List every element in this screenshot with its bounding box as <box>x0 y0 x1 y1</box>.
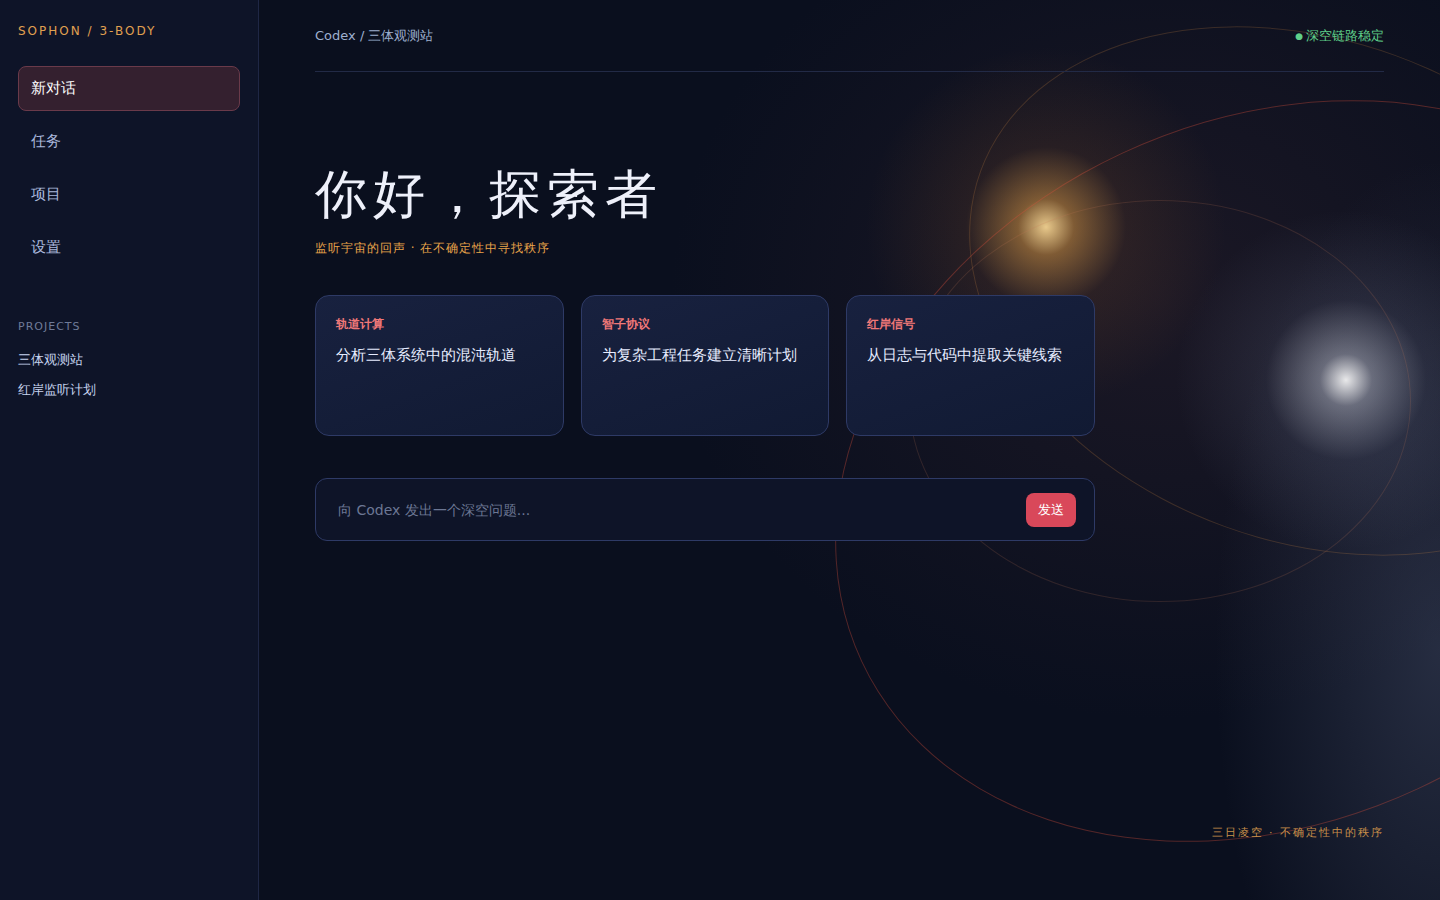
sidebar-item[interactable]: 项目 <box>18 172 240 217</box>
suggestion-card[interactable]: 智子协议为复杂工程任务建立清晰计划 <box>581 295 830 436</box>
status-dot-icon: ● <box>1295 31 1303 41</box>
footer-motto: 三日凌空 · 不确定性中的秩序 <box>1212 825 1385 840</box>
link-status: ●深空链路稳定 <box>1295 27 1384 45</box>
card-text: 分析三体系统中的混沌轨道 <box>336 345 543 366</box>
sidebar-item[interactable]: 新对话 <box>18 66 240 111</box>
card-tag: 轨道计算 <box>336 316 543 333</box>
breadcrumb[interactable]: Codex / 三体观测站 <box>315 27 433 45</box>
sidebar: SOPHON / 3-BODY 新对话任务项目设置 PROJECTS 三体观测站红岸监… <box>0 0 259 900</box>
suggestion-cards: 轨道计算分析三体系统中的混沌轨道智子协议为复杂工程任务建立清晰计划红岸信号从日志… <box>315 295 1095 436</box>
card-text: 从日志与代码中提取关键线索 <box>867 345 1074 366</box>
send-button[interactable]: 发送 <box>1026 493 1076 527</box>
project-item[interactable]: 红岸监听计划 <box>18 375 240 405</box>
project-item[interactable]: 三体观测站 <box>18 345 240 375</box>
sidebar-nav: 新对话任务项目设置 <box>18 66 240 270</box>
space-backdrop <box>259 0 1440 900</box>
card-tag: 智子协议 <box>602 316 809 333</box>
prompt-input[interactable] <box>336 501 1014 519</box>
app-page: SOPHON / 3-BODY 新对话任务项目设置 PROJECTS 三体观测站红岸监… <box>0 0 1440 900</box>
top-bar: Codex / 三体观测站 ●深空链路稳定 <box>315 0 1384 72</box>
sidebar-item[interactable]: 任务 <box>18 119 240 164</box>
hero-subtitle: 监听宇宙的回声 · 在不确定性中寻找秩序 <box>315 240 1384 257</box>
hero: 你好，探索者监听宇宙的回声 · 在不确定性中寻找秩序 <box>315 164 1384 257</box>
card-tag: 红岸信号 <box>867 316 1074 333</box>
card-text: 为复杂工程任务建立清晰计划 <box>602 345 809 366</box>
suggestion-card[interactable]: 轨道计算分析三体系统中的混沌轨道 <box>315 295 564 436</box>
main-area: Codex / 三体观测站 ●深空链路稳定你好，探索者监听宇宙的回声 · 在不确定… <box>259 0 1440 900</box>
hero-title: 你好，探索者 <box>315 164 1384 226</box>
sidebar-item[interactable]: 设置 <box>18 225 240 270</box>
projects-heading: PROJECTS <box>18 320 240 333</box>
brand-logo: SOPHON / 3-BODY <box>18 24 240 38</box>
composer: 发送 <box>315 478 1095 541</box>
suggestion-card[interactable]: 红岸信号从日志与代码中提取关键线索 <box>846 295 1095 436</box>
